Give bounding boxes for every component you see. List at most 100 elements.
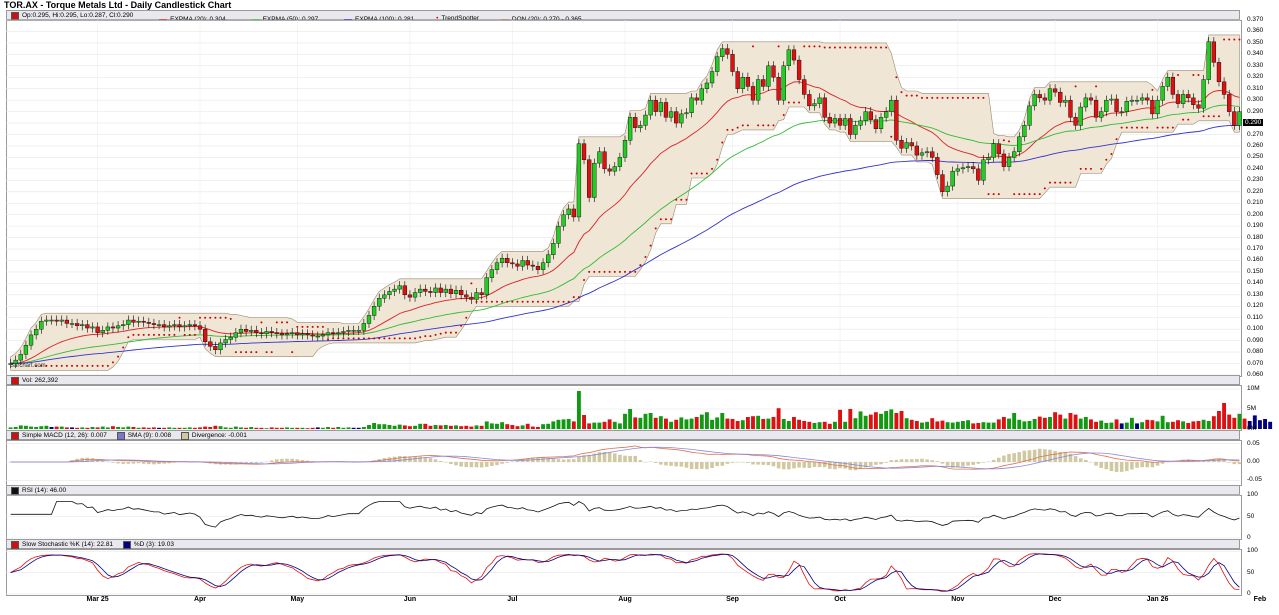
volume-bar <box>213 425 218 429</box>
macd-sma-swatch <box>116 432 125 440</box>
candle-body <box>474 292 479 300</box>
candle-body <box>510 262 515 265</box>
volume-bar <box>100 426 105 429</box>
price-tick-label: 0.210 <box>1247 199 1264 207</box>
candle-body <box>351 330 356 332</box>
trendspotter-dot <box>1207 115 1210 118</box>
volume-bar <box>597 422 602 429</box>
trendspotter-dot <box>1048 181 1051 184</box>
macd-divergence-bar <box>136 462 141 464</box>
volume-bar <box>797 419 802 429</box>
trendspotter-dot <box>501 300 504 303</box>
price-tick-label: 0.290 <box>1247 107 1264 115</box>
candle-body <box>1068 99 1073 118</box>
candle-body <box>812 103 817 107</box>
trendspotter-dot <box>762 124 765 127</box>
volume-bar <box>402 425 407 429</box>
trendspotter-dot <box>659 218 662 221</box>
macd-divergence-bar <box>577 456 581 462</box>
macd-divergence-bar <box>1037 448 1042 462</box>
candle-body <box>761 79 766 87</box>
trendspotter-dot <box>567 300 570 303</box>
volume-bar <box>1001 417 1006 429</box>
trendspotter-dot <box>859 46 862 49</box>
volume-bar <box>827 423 832 429</box>
volume-bar <box>443 425 448 429</box>
candle-body <box>1150 99 1155 115</box>
candle-body <box>1027 105 1032 126</box>
volume-bar <box>1017 419 1022 429</box>
macd-divergence-bar <box>909 459 914 462</box>
macd-divergence-bar <box>761 462 766 465</box>
volume-bar <box>23 425 28 429</box>
candle-body <box>479 292 484 296</box>
candle-body <box>546 254 551 263</box>
trendspotter-dot <box>557 300 560 303</box>
macd-divergence-bar <box>551 458 556 462</box>
volume-bar <box>889 409 894 429</box>
volume-bar <box>525 423 530 429</box>
volume-bar <box>290 427 295 429</box>
candle-swatch <box>11 12 19 20</box>
volume-bar <box>377 424 382 429</box>
macd-divergence-bar <box>833 462 837 470</box>
trendspotter-dot <box>250 351 253 354</box>
volume-bar <box>136 427 141 429</box>
trendspotter-dot <box>670 218 673 221</box>
volume-bar <box>90 427 95 429</box>
trendspotter-dot <box>173 333 176 336</box>
volume-bar <box>75 427 80 429</box>
trendspotter-dot <box>880 46 883 49</box>
volume-bar <box>561 419 566 429</box>
macd-divergence-bar <box>751 462 755 465</box>
candle-body <box>1058 91 1063 103</box>
trendspotter-dot <box>931 96 934 99</box>
volume-bar <box>643 413 648 429</box>
candle-body <box>397 285 402 290</box>
candle-body <box>382 294 387 299</box>
volume-bar <box>761 419 766 429</box>
volume-bar <box>489 423 494 429</box>
candle-body <box>786 49 791 67</box>
trendspotter-dot <box>833 46 836 49</box>
volume-bar <box>64 427 69 429</box>
trendspotter-dot <box>1064 181 1067 184</box>
trendspotter-dot <box>915 94 918 97</box>
trendspotter-dot <box>536 300 539 303</box>
trendspotter-dot <box>429 335 432 338</box>
trendspotter-dot <box>526 300 529 303</box>
trendspotter-dot <box>81 364 84 367</box>
macd-divergence-bar <box>1140 462 1144 468</box>
volume-bar <box>1170 421 1175 429</box>
macd-divergence-bar <box>1053 451 1057 462</box>
candle-body <box>218 342 223 351</box>
candle-body <box>1032 94 1037 107</box>
macd-divergence-bar <box>1073 456 1078 462</box>
trendspotter-dot <box>1069 181 1072 184</box>
candle-body <box>658 102 663 112</box>
volume-bar <box>960 421 965 429</box>
trendspotter-dot <box>111 361 114 364</box>
candle-body <box>1017 136 1022 152</box>
price-tick-label: 0.250 <box>1247 153 1264 161</box>
macd-divergence-bar <box>807 462 812 468</box>
candle-body <box>162 324 167 328</box>
candle-body <box>489 269 495 278</box>
candle-body <box>187 324 192 326</box>
candle-body <box>1134 99 1140 102</box>
price-tick-label: 0.320 <box>1247 73 1264 81</box>
macd-divergence-bar <box>776 462 781 469</box>
rsi-swatch <box>11 487 19 495</box>
macd-divergence-bar <box>111 462 115 463</box>
candle-body <box>889 99 894 112</box>
candle-body <box>371 306 377 316</box>
candle-body <box>412 292 418 298</box>
trendspotter-dot <box>506 300 509 303</box>
volume-bar <box>546 423 551 429</box>
candle-body <box>105 326 110 331</box>
candle-body <box>633 117 638 128</box>
candle-body <box>310 334 315 337</box>
volume-bar <box>418 423 423 429</box>
trendspotter-dot <box>1228 38 1231 41</box>
candle-body <box>1170 77 1176 95</box>
